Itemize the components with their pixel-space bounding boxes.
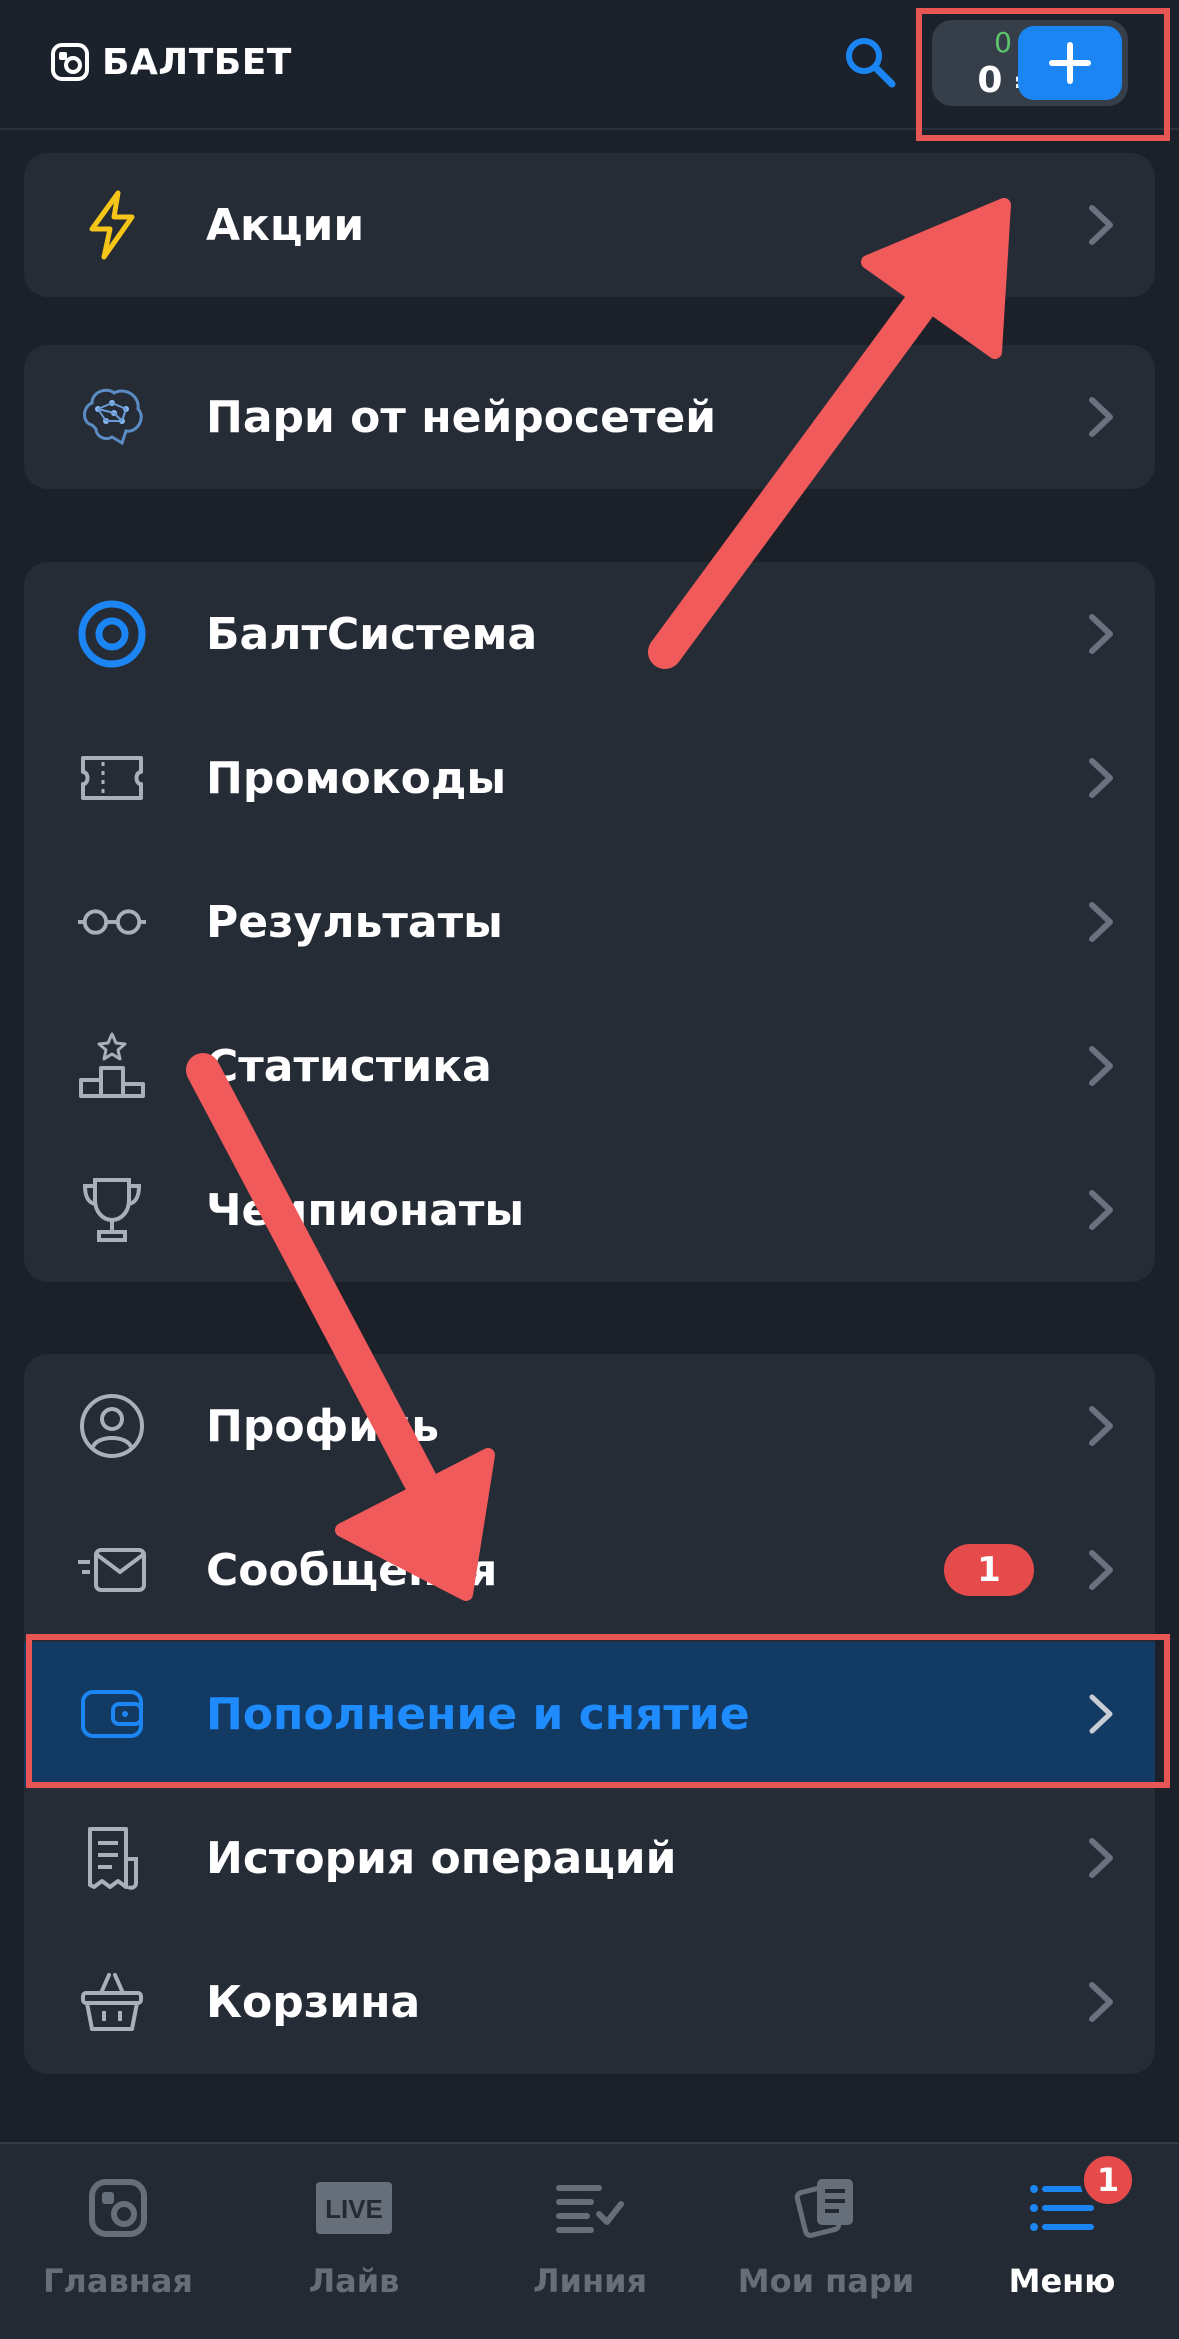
- chevron-right-icon: [1089, 1550, 1113, 1590]
- chevron-right-icon: [1089, 1838, 1113, 1878]
- menu-item-label: Статистика: [206, 1040, 492, 1092]
- search-button[interactable]: [840, 32, 900, 92]
- chevron-right-icon: [1089, 1982, 1113, 2022]
- tab-label: Лайв: [308, 2262, 400, 2300]
- lightning-icon: [76, 189, 148, 261]
- deposit-highlight-frame: [26, 1634, 1170, 1788]
- chevron-right-icon: [1089, 205, 1113, 245]
- chevron-right-icon: [1089, 1190, 1113, 1230]
- search-icon: [846, 38, 896, 88]
- chevron-right-icon: [1089, 614, 1113, 654]
- balance-highlight-frame: [916, 8, 1170, 141]
- menu-item-label: Результаты: [206, 896, 503, 948]
- menu-item-label: Сообщения: [206, 1544, 498, 1596]
- envelope-icon: [76, 1534, 148, 1606]
- menu-item-label: Корзина: [206, 1976, 421, 2028]
- chevron-right-icon: [1089, 758, 1113, 798]
- tab-label: Мои пари: [737, 2262, 915, 2300]
- neural-card: Пари от нейросетей: [24, 345, 1155, 489]
- tab-live[interactable]: LIVE Лайв: [236, 2144, 472, 2339]
- home-icon: [78, 2168, 158, 2248]
- features-card: БалтСистема Промокоды Результаты Статист…: [24, 562, 1155, 1282]
- menu-item-label: История операций: [206, 1832, 677, 1884]
- menu-item-history[interactable]: История операций: [24, 1786, 1155, 1930]
- glasses-icon: [76, 886, 148, 958]
- menu-item-neural-bets[interactable]: Пари от нейросетей: [24, 345, 1155, 489]
- menu-item-championships[interactable]: Чемпионаты: [24, 1138, 1155, 1282]
- live-icon-text: LIVE: [325, 2194, 383, 2224]
- menu-item-promos[interactable]: Акции: [24, 153, 1155, 297]
- tab-line[interactable]: Линия: [472, 2144, 708, 2339]
- menu-item-baltsystem[interactable]: БалтСистема: [24, 562, 1155, 706]
- tab-menu[interactable]: 1 Меню: [944, 2144, 1179, 2339]
- chevron-right-icon: [1089, 397, 1113, 437]
- podium-icon: [76, 1030, 148, 1102]
- baltbet-logo-icon: [51, 43, 89, 81]
- menu-item-results[interactable]: Результаты: [24, 850, 1155, 994]
- ticket-icon: [76, 742, 148, 814]
- menu-item-label: Чемпионаты: [206, 1184, 525, 1236]
- live-icon: LIVE: [314, 2168, 394, 2248]
- tab-home[interactable]: Главная: [0, 2144, 236, 2339]
- menu-item-messages[interactable]: Сообщения 1: [24, 1498, 1155, 1642]
- chevron-right-icon: [1089, 1046, 1113, 1086]
- tab-label: Меню: [1008, 2262, 1116, 2300]
- menu-notification-badge: 1: [1080, 2152, 1136, 2208]
- menu-item-statistics[interactable]: Статистика: [24, 994, 1155, 1138]
- menu-item-cart[interactable]: Корзина: [24, 1930, 1155, 2074]
- menu-item-label: Промокоды: [206, 752, 507, 804]
- baltbet-logo[interactable]: БАЛТБЕТ: [50, 41, 292, 83]
- neural-brain-icon: [76, 381, 148, 453]
- basket-icon: [76, 1966, 148, 2038]
- menu-item-label: БалтСистема: [206, 608, 538, 660]
- tab-label: Главная: [43, 2262, 193, 2300]
- promos-card: Акции: [24, 153, 1155, 297]
- tab-my-bets[interactable]: Мои пари: [708, 2144, 944, 2339]
- menu-item-label: Акции: [206, 199, 365, 251]
- profile-icon: [76, 1390, 148, 1462]
- messages-count-badge: 1: [944, 1544, 1034, 1596]
- baltsystem-icon: [76, 598, 148, 670]
- menu-item-profile[interactable]: Профиль: [24, 1354, 1155, 1498]
- tab-label: Линия: [532, 2262, 648, 2300]
- logo-text: БАЛТБЕТ: [102, 41, 292, 83]
- list-check-icon: [550, 2168, 630, 2248]
- menu-item-label: Профиль: [206, 1400, 440, 1452]
- menu-item-label: Пари от нейросетей: [206, 391, 717, 443]
- menu-item-promocodes[interactable]: Промокоды: [24, 706, 1155, 850]
- chevron-right-icon: [1089, 902, 1113, 942]
- bottom-tab-bar: Главная LIVE Лайв Линия Мои пари 1 Меню: [0, 2142, 1179, 2339]
- trophy-icon: [76, 1174, 148, 1246]
- bet-slip-icon: [786, 2168, 866, 2248]
- chevron-right-icon: [1089, 1406, 1113, 1446]
- receipt-icon: [76, 1822, 148, 1894]
